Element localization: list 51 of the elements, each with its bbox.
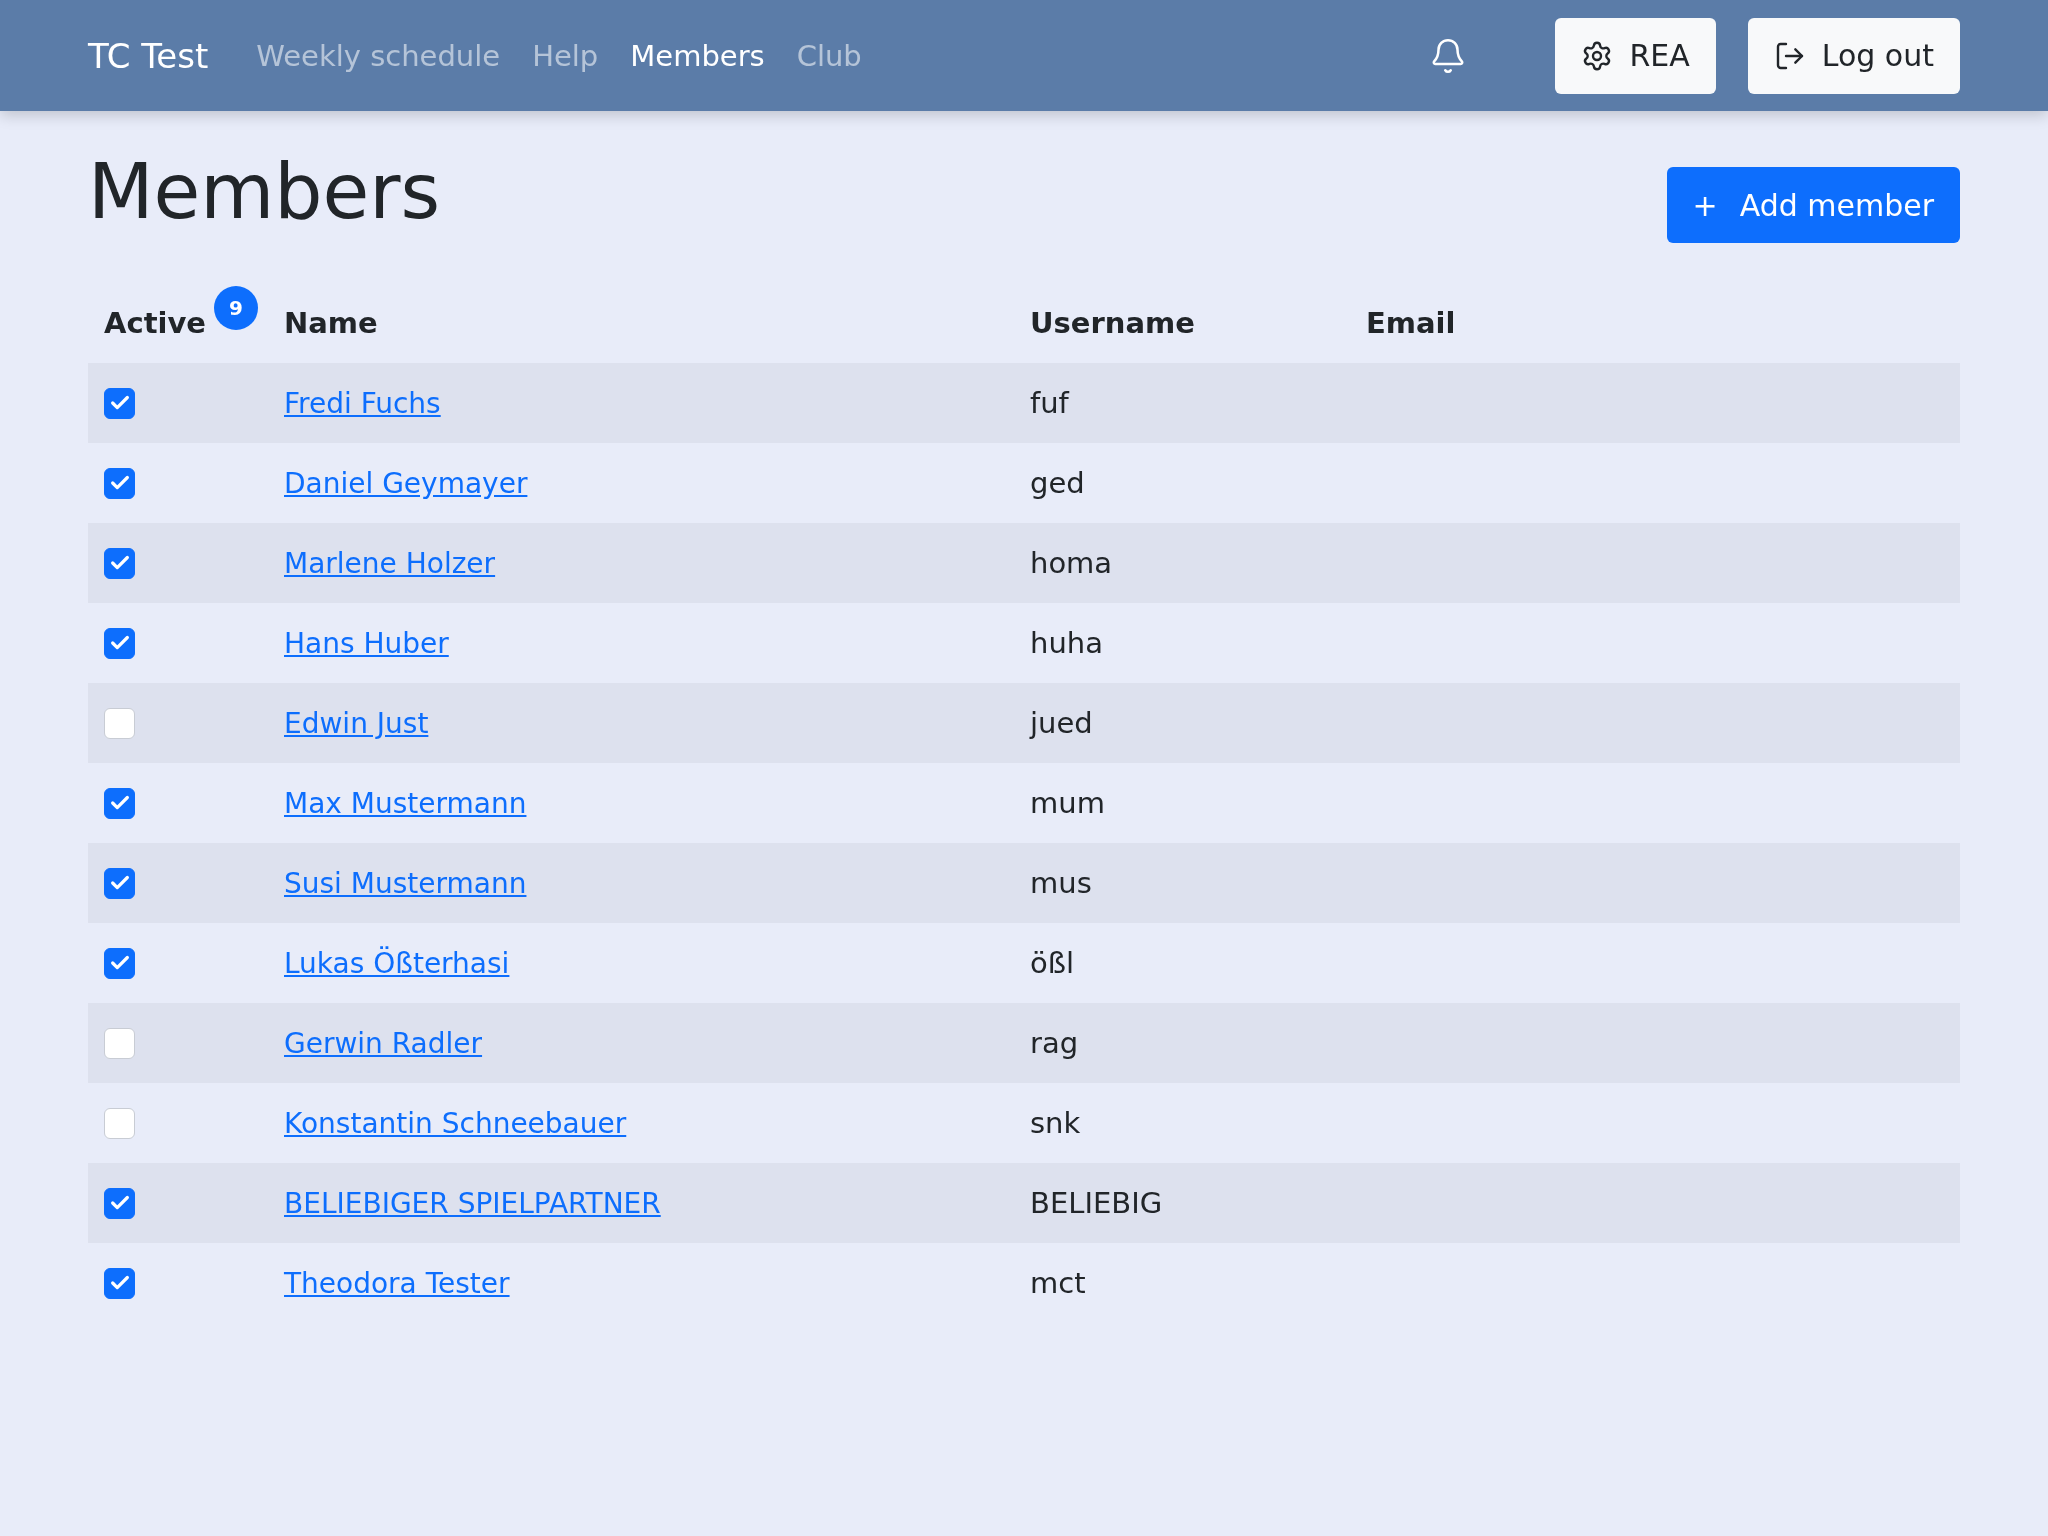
member-name-link[interactable]: Hans Huber [284,626,449,660]
username: ößl [1030,946,1075,980]
plus-icon: + [1692,187,1718,223]
checkbox[interactable] [104,547,135,579]
page-title: Members [88,147,441,236]
nav-link[interactable]: Members [630,38,765,73]
member-name-link[interactable]: Theodora Tester [284,1266,510,1300]
member-name-link[interactable]: Fredi Fuchs [284,386,441,420]
member-name-link[interactable]: Edwin Just [284,706,429,740]
column-header: Username [1030,306,1195,340]
checkbox[interactable] [104,787,135,819]
member-name-link[interactable]: Susi Mustermann [284,866,527,900]
username: BELIEBIG [1030,1186,1163,1220]
settings-button[interactable]: REA [1555,17,1716,94]
username: mus [1030,866,1092,900]
member-name-link[interactable]: Lukas Ößterhasi [284,946,510,980]
column-header: Email [1366,306,1456,340]
checkbox[interactable] [104,627,135,659]
checkbox[interactable] [104,467,135,499]
username: huha [1030,626,1103,660]
nav-link[interactable]: Club [796,38,862,73]
checkbox[interactable] [104,1267,135,1299]
username: mum [1030,786,1105,820]
username: snk [1030,1106,1081,1140]
checkbox[interactable] [104,1107,135,1139]
username: mct [1030,1266,1086,1300]
member-name-link[interactable]: Konstantin Schneebauer [284,1106,627,1140]
checkbox[interactable] [104,867,135,899]
username: fuf [1030,386,1069,420]
username: jued [1030,706,1093,740]
checkbox[interactable] [104,387,135,419]
username: homa [1030,546,1113,580]
nav-link[interactable]: Weekly schedule [256,38,501,73]
member-name-link[interactable]: BELIEBIGER SPIELPARTNER [284,1186,661,1220]
count-badge: 9 [214,286,258,330]
logout-button[interactable]: Log out [1747,17,1960,94]
checkbox[interactable] [104,707,135,739]
member-name-link[interactable]: Daniel Geymayer [284,466,528,500]
add-member-button[interactable]: + Add member [1666,167,1960,243]
checkbox[interactable] [104,1187,135,1219]
nav-link[interactable]: Help [532,38,599,73]
member-name-link[interactable]: Max Mustermann [284,786,527,820]
checkbox[interactable] [104,947,135,979]
brand[interactable]: TC Test [88,35,209,76]
member-name-link[interactable]: Marlene Holzer [284,546,496,580]
column-header: Active [104,306,206,340]
username: ged [1030,466,1085,500]
username: rag [1030,1026,1079,1060]
member-name-link[interactable]: Gerwin Radler [284,1026,483,1060]
checkbox[interactable] [104,1027,135,1059]
column-header: Name [284,306,378,340]
